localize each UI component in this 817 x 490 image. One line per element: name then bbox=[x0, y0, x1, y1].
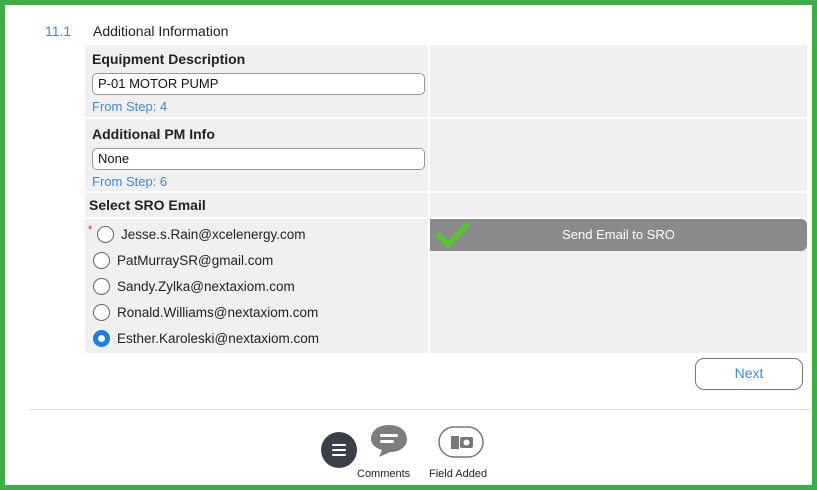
sro-label: Select SRO Email bbox=[89, 197, 206, 213]
comments-button[interactable]: Comments bbox=[355, 423, 421, 483]
sro-header-row: Select SRO Email bbox=[85, 193, 807, 217]
sro-option-4[interactable]: Esther.Karoleski@nextaxiom.com bbox=[93, 327, 319, 349]
equipment-row: Equipment Description P-01 MOTOR PUMP Fr… bbox=[85, 45, 807, 117]
equipment-description-field[interactable]: P-01 MOTOR PUMP bbox=[92, 73, 425, 95]
field-added-button[interactable]: Field Added bbox=[425, 423, 497, 483]
radio-button[interactable] bbox=[97, 225, 114, 243]
sro-option-label: Esther.Karoleski@nextaxiom.com bbox=[117, 330, 320, 346]
comments-label: Comments bbox=[357, 468, 411, 480]
field-added-label: Field Added bbox=[429, 468, 488, 480]
required-marker: * bbox=[88, 224, 93, 236]
menu-icon[interactable] bbox=[321, 432, 357, 468]
step-frame: 11.1 Additional Information Equipment De… bbox=[0, 0, 817, 490]
sro-option-label: Jesse.s.Rain@xcelenergy.com bbox=[121, 226, 306, 242]
camera-icon bbox=[438, 426, 484, 458]
send-email-button[interactable]: Send Email to SRO bbox=[430, 219, 807, 251]
next-button[interactable]: Next bbox=[695, 358, 803, 390]
divider bbox=[30, 409, 810, 410]
pm-info-field[interactable]: None bbox=[92, 148, 425, 170]
pm-info-label: Additional PM Info bbox=[92, 126, 215, 142]
sro-option-3[interactable]: Ronald.Williams@nextaxiom.com bbox=[93, 301, 318, 323]
step-title: Additional Information bbox=[93, 23, 229, 39]
sro-option-label: Sandy.Zylka@nextaxiom.com bbox=[117, 278, 295, 294]
equipment-label: Equipment Description bbox=[92, 51, 246, 67]
sro-option-label: Ronald.Williams@nextaxiom.com bbox=[117, 304, 319, 320]
form-panel: Equipment Description P-01 MOTOR PUMP Fr… bbox=[85, 45, 807, 353]
comment-bubble-icon bbox=[371, 425, 407, 457]
sro-option-label: PatMurraySR@gmail.com bbox=[117, 252, 274, 268]
pm-info-row: Additional PM Info None From Step: 6 bbox=[85, 119, 807, 191]
radio-button[interactable] bbox=[93, 277, 110, 295]
radio-button-selected[interactable] bbox=[93, 329, 110, 347]
step-header: 11.1 Additional Information bbox=[45, 23, 228, 39]
bottom-toolbar: Comments Field Added bbox=[5, 415, 817, 485]
equipment-from-step: From Step: 4 bbox=[92, 99, 168, 114]
pm-info-from-step: From Step: 6 bbox=[92, 174, 168, 189]
send-email-label: Send Email to SRO bbox=[562, 227, 675, 242]
step-number: 11.1 bbox=[45, 23, 72, 39]
sro-option-1[interactable]: PatMurraySR@gmail.com bbox=[93, 249, 273, 271]
radio-button[interactable] bbox=[93, 251, 110, 269]
sro-option-0[interactable]: Jesse.s.Rain@xcelenergy.com bbox=[97, 223, 306, 245]
sro-option-2[interactable]: Sandy.Zylka@nextaxiom.com bbox=[93, 275, 295, 297]
radio-button[interactable] bbox=[93, 303, 110, 321]
